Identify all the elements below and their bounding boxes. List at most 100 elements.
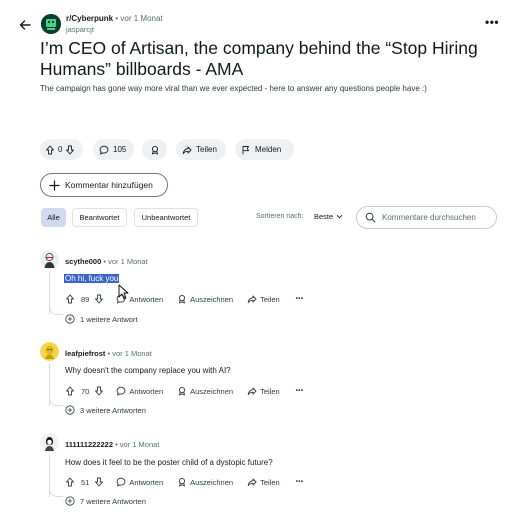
comment-bubble-icon (116, 294, 126, 304)
award-button[interactable]: Auszeichnen (177, 294, 233, 304)
share-label: Teilen (260, 477, 280, 487)
share-button[interactable]: Teilen (176, 139, 226, 160)
more-replies-button[interactable]: 1 weitere Antwort (65, 314, 138, 324)
comment-author-name[interactable]: scythe000 (65, 257, 101, 266)
filter-all-button[interactable]: Alle (41, 208, 66, 227)
upvote-icon[interactable] (65, 386, 75, 396)
search-placeholder: Kommentare durchsuchen (382, 213, 476, 222)
more-replies-label: 7 weitere Antworten (80, 496, 146, 506)
comment-time: • vor 1 Monat (103, 257, 148, 266)
meta-separator: • (115, 14, 119, 23)
post-more-button[interactable]: ••• (485, 15, 499, 29)
comment-actions: 51 Antworten Auszeichnen Teilen ••• (65, 475, 304, 489)
comment-more-button[interactable]: ••• (296, 296, 304, 302)
comment-more-button[interactable]: ••• (296, 388, 304, 394)
share-button[interactable]: Teilen (247, 477, 280, 487)
award-button[interactable] (142, 139, 167, 160)
plus-circle-icon (65, 405, 75, 415)
reply-label: Antworten (129, 386, 164, 396)
comment-vote: 89 (65, 294, 104, 304)
flag-icon (242, 145, 249, 154)
downvote-icon[interactable] (94, 477, 104, 487)
thread-branch (49, 306, 63, 315)
award-icon (151, 145, 158, 154)
comment-author-name[interactable]: leafpiefrost (65, 349, 105, 358)
share-button[interactable]: Teilen (247, 294, 280, 304)
more-replies-button[interactable]: 7 weitere Antworten (65, 496, 146, 506)
comment-text: Oh hi, fuck you (64, 274, 120, 283)
more-replies-label: 3 weitere Antworten (80, 405, 146, 415)
share-label: Teilen (260, 386, 280, 396)
avatar[interactable] (40, 342, 59, 361)
comment-text: How does it feel to be the poster child … (65, 458, 273, 467)
award-button[interactable]: Auszeichnen (177, 477, 233, 487)
downvote-icon[interactable] (94, 294, 104, 304)
share-label: Teilen (196, 145, 217, 154)
comments-button[interactable]: 105 (93, 139, 134, 160)
comment-bubble-icon (99, 145, 109, 155)
search-icon (365, 212, 376, 223)
sort-dropdown[interactable]: Beste (314, 212, 343, 221)
upvote-icon[interactable] (65, 294, 75, 304)
report-label: Melden (255, 145, 282, 154)
comment-vote-count: 89 (81, 294, 90, 304)
comment-vote: 51 (65, 477, 104, 487)
share-icon (247, 478, 257, 487)
reply-button[interactable]: Antworten (116, 386, 163, 396)
avatar[interactable] (40, 250, 59, 269)
upvote-icon[interactable] (65, 477, 75, 487)
reply-button[interactable]: Antworten (116, 477, 163, 487)
chevron-down-icon (336, 214, 343, 219)
filter-unanswered-button[interactable]: Unbeantwortet (134, 208, 198, 227)
comment-bubble-icon (116, 386, 126, 396)
award-label: Auszeichnen (190, 386, 234, 396)
downvote-icon[interactable] (65, 145, 75, 155)
more-replies-button[interactable]: 3 weitere Antworten (65, 405, 146, 415)
share-icon (247, 295, 257, 304)
post-title: I’m CEO of Artisan, the company behind t… (40, 38, 478, 79)
plus-icon (49, 179, 60, 191)
post-vote-bar: 0 (40, 139, 83, 160)
award-icon (179, 477, 186, 487)
reply-label: Antworten (129, 477, 164, 487)
avatar[interactable] (40, 433, 59, 452)
upvote-icon[interactable] (45, 145, 55, 155)
downvote-icon[interactable] (94, 386, 104, 396)
sort-label: Sortieren nach: (256, 213, 304, 220)
report-button[interactable]: Melden (235, 139, 294, 160)
comment-count: 105 (113, 145, 127, 154)
comment-bubble-icon (116, 477, 126, 487)
comment-author-name[interactable]: 111111222222 (65, 440, 113, 449)
comment-text: Why doesn't the company replace you with… (65, 366, 231, 375)
post-time: vor 1 Monat (120, 14, 163, 23)
thread-branch (49, 488, 63, 497)
more-replies-label: 1 weitere Antwort (80, 314, 138, 324)
comment-author[interactable]: leafpiefrost • vor 1 Monat (65, 349, 152, 358)
award-icon (179, 294, 186, 304)
comment-author[interactable]: 111111222222 • vor 1 Monat (65, 440, 159, 449)
post-author[interactable]: jasparcjt (66, 25, 94, 34)
share-button[interactable]: Teilen (247, 386, 280, 396)
thread-branch (49, 397, 63, 406)
share-icon (182, 146, 192, 154)
comment-time: • vor 1 Monat (115, 440, 160, 449)
add-comment-label: Kommentar hinzufügen (65, 180, 153, 190)
comment-author[interactable]: scythe000 • vor 1 Monat (65, 257, 148, 266)
post-body: The campaign has gone way more viral tha… (40, 84, 427, 93)
award-label: Auszeichnen (190, 477, 234, 487)
share-label: Teilen (260, 294, 280, 304)
plus-circle-icon (65, 314, 75, 324)
reply-button[interactable]: Antworten (116, 294, 163, 304)
add-comment-button[interactable]: Kommentar hinzufügen (40, 173, 168, 197)
post-meta: r/Cyberpunk • vor 1 Monat (66, 14, 163, 23)
subreddit-name[interactable]: r/Cyberpunk (66, 14, 113, 23)
filter-answered-button[interactable]: Beantwortet (72, 208, 127, 227)
sort-value: Beste (314, 212, 334, 221)
subreddit-avatar[interactable] (41, 14, 61, 34)
award-button[interactable]: Auszeichnen (177, 386, 233, 396)
comment-search-input[interactable]: Kommentare durchsuchen (356, 206, 497, 229)
comment-actions: 70 Antworten Auszeichnen Teilen ••• (65, 384, 304, 398)
comment-time: • vor 1 Monat (107, 349, 152, 358)
back-button[interactable] (12, 12, 38, 38)
comment-more-button[interactable]: ••• (296, 479, 304, 485)
